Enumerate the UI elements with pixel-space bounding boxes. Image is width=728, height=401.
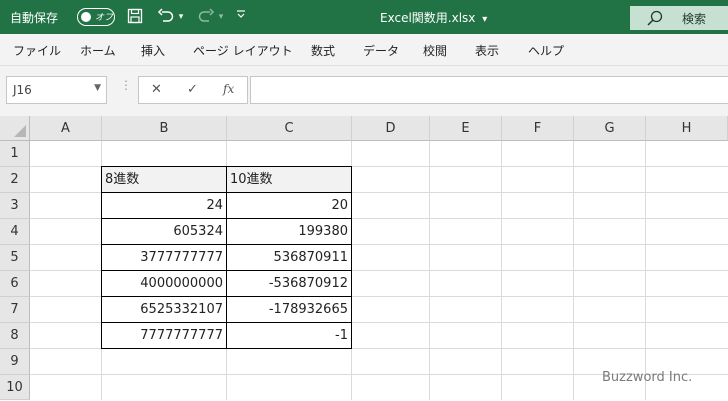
tab-page-layout[interactable]: ページ レイアウト: [193, 42, 293, 59]
cell-b7[interactable]: 6525332107: [102, 297, 226, 323]
search-box[interactable]: 検索: [630, 6, 728, 30]
redo-icon[interactable]: [196, 8, 216, 26]
row-header-5[interactable]: 5: [0, 245, 30, 271]
insert-function-icon[interactable]: fx: [223, 82, 234, 96]
tab-review[interactable]: 校閲: [423, 42, 447, 59]
row-header-8[interactable]: 8: [0, 323, 30, 349]
row-header-2[interactable]: 2: [0, 167, 30, 193]
select-all-icon: [14, 125, 26, 137]
row-header-4[interactable]: 4: [0, 219, 30, 245]
formula-bar-grip-icon[interactable]: ⋮: [120, 78, 132, 92]
cell-b4[interactable]: 605324: [102, 219, 226, 245]
save-icon[interactable]: [126, 8, 144, 26]
column-header-h[interactable]: H: [646, 116, 728, 141]
cell-b5[interactable]: 3777777777: [102, 245, 226, 271]
customize-toolbar-icon[interactable]: [234, 8, 248, 26]
cancel-icon[interactable]: ✕: [151, 82, 162, 97]
row-header-6[interactable]: 6: [0, 271, 30, 297]
row-header-7[interactable]: 7: [0, 297, 30, 323]
filename-chevron-icon: ▾: [482, 14, 488, 25]
table-divider: [101, 296, 352, 297]
undo-icon[interactable]: [156, 8, 176, 26]
cell-b6[interactable]: 4000000000: [102, 271, 226, 297]
redo-dropdown-icon[interactable]: ▾: [216, 8, 226, 26]
name-box-dropdown-icon[interactable]: ▼: [94, 83, 101, 93]
cell-b3[interactable]: 24: [102, 193, 226, 219]
autosave-toggle[interactable]: オフ: [77, 8, 115, 26]
column-header-b[interactable]: B: [102, 116, 227, 141]
tab-file[interactable]: ファイル: [13, 42, 61, 59]
cell-c2[interactable]: 10進数: [227, 167, 351, 193]
table-divider: [101, 244, 352, 245]
watermark: Buzzword Inc.: [602, 370, 693, 385]
select-all-button[interactable]: [0, 116, 30, 141]
cell-c4[interactable]: 199380: [227, 219, 351, 245]
column-header-c[interactable]: C: [227, 116, 352, 141]
search-label: 検索: [682, 12, 707, 26]
row-header-1[interactable]: 1: [0, 141, 30, 167]
title-bar: 自動保存 オフ ▾ ▾ Excel関数用.xlsx ▾ 検索: [0, 0, 728, 34]
enter-icon[interactable]: ✓: [187, 82, 198, 97]
table-divider: [101, 270, 352, 271]
row-header-3[interactable]: 3: [0, 193, 30, 219]
cell-c3[interactable]: 20: [227, 193, 351, 219]
tab-home[interactable]: ホーム: [80, 42, 116, 59]
table-divider: [101, 192, 352, 193]
name-box-value: J16: [13, 83, 32, 97]
column-header-e[interactable]: E: [430, 116, 502, 141]
undo-dropdown-icon[interactable]: ▾: [176, 8, 186, 26]
tab-view[interactable]: 表示: [475, 42, 499, 59]
row-header-10[interactable]: 10: [0, 375, 30, 400]
formula-buttons: ✕ ✓ fx: [138, 76, 248, 104]
tab-insert[interactable]: 挿入: [141, 42, 165, 59]
column-header-a[interactable]: A: [30, 116, 102, 141]
row-header-9[interactable]: 9: [0, 349, 30, 375]
toggle-knob: [81, 11, 91, 22]
tab-data[interactable]: データ: [363, 42, 399, 59]
filename: Excel関数用.xlsx: [380, 11, 476, 25]
tab-formulas[interactable]: 数式: [311, 42, 335, 59]
cell-c5[interactable]: 536870911: [227, 245, 351, 271]
table-divider: [101, 322, 352, 323]
cell-c6[interactable]: -536870912: [227, 271, 351, 297]
document-title[interactable]: Excel関数用.xlsx ▾: [380, 9, 487, 26]
formula-bar-area: J16 ▼ ⋮ ✕ ✓ fx: [0, 66, 728, 116]
name-box[interactable]: J16 ▼: [6, 76, 107, 104]
cell-b8[interactable]: 7777777777: [102, 323, 226, 349]
autosave-state: オフ: [95, 13, 114, 23]
cell-c7[interactable]: -178932665: [227, 297, 351, 323]
column-header-g[interactable]: G: [574, 116, 646, 141]
ribbon-tabs: ファイル ホーム 挿入 ページ レイアウト 数式 データ 校閲 表示 ヘルプ: [0, 34, 728, 66]
worksheet-grid[interactable]: A B C D E F G H 1 2 3 4 5 6 7 8 9 10 8進数…: [0, 116, 728, 400]
tab-help[interactable]: ヘルプ: [528, 42, 564, 59]
search-icon: [646, 9, 664, 27]
table-divider: [101, 218, 352, 219]
column-header-f[interactable]: F: [502, 116, 574, 141]
cell-b2[interactable]: 8進数: [102, 167, 226, 193]
formula-input[interactable]: [250, 76, 728, 104]
column-header-d[interactable]: D: [352, 116, 430, 141]
autosave-label: 自動保存: [10, 11, 59, 25]
cell-c8[interactable]: -1: [227, 323, 351, 349]
